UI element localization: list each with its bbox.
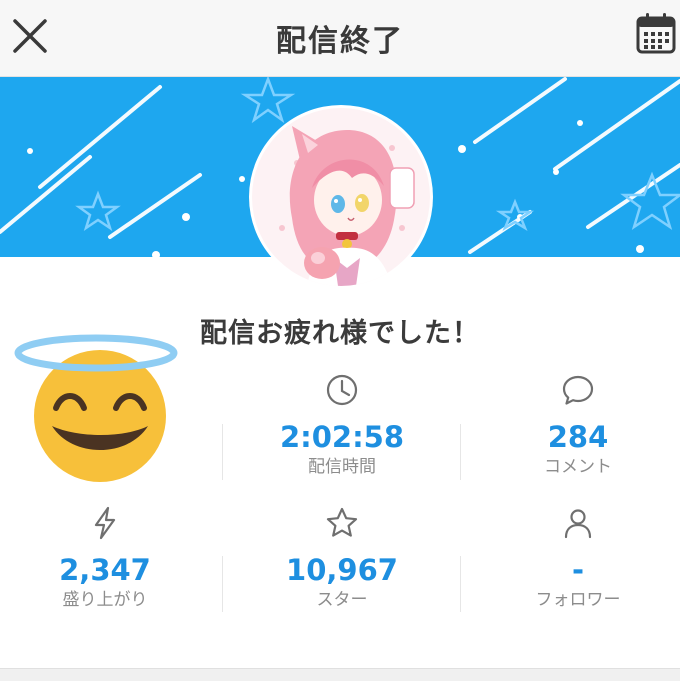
calendar-button[interactable] <box>636 12 680 58</box>
halo-emoji <box>12 330 184 484</box>
stat-excitement: 2,347 盛り上がり <box>5 505 205 611</box>
stat-label: フォロワー <box>535 590 621 610</box>
comment-icon <box>562 375 594 405</box>
stat-followers: - フォロワー <box>478 505 678 611</box>
avatar-illustration <box>252 108 430 286</box>
streamer-avatar[interactable] <box>252 108 430 286</box>
stat-value: 2,347 <box>59 553 151 587</box>
divider <box>222 424 223 480</box>
calendar-icon <box>636 13 676 54</box>
stat-value: 2:02:58 <box>279 420 405 454</box>
smiling-face-with-halo-icon <box>14 334 178 482</box>
stat-stars: 10,967 スター <box>242 505 442 611</box>
stat-label: スター <box>316 590 368 610</box>
star-icon <box>326 507 358 537</box>
stat-label: 盛り上がり <box>62 590 148 610</box>
stat-value: 284 <box>547 420 609 454</box>
bottom-divider <box>0 668 680 681</box>
stat-label: 配信時間 <box>308 457 376 477</box>
page-title: 配信終了 <box>276 24 404 59</box>
stat-comments: 284 コメント <box>478 372 678 478</box>
stat-duration: 2:02:58 配信時間 <box>242 372 442 478</box>
top-bar: 配信終了 <box>0 0 680 77</box>
lightning-icon <box>94 506 116 540</box>
clock-icon <box>326 374 358 406</box>
divider <box>460 424 461 480</box>
divider <box>460 556 461 612</box>
stat-label: コメント <box>544 457 612 477</box>
stat-value: - <box>571 553 585 587</box>
stat-value: 10,967 <box>286 553 398 587</box>
divider <box>222 556 223 612</box>
person-icon <box>564 509 592 539</box>
